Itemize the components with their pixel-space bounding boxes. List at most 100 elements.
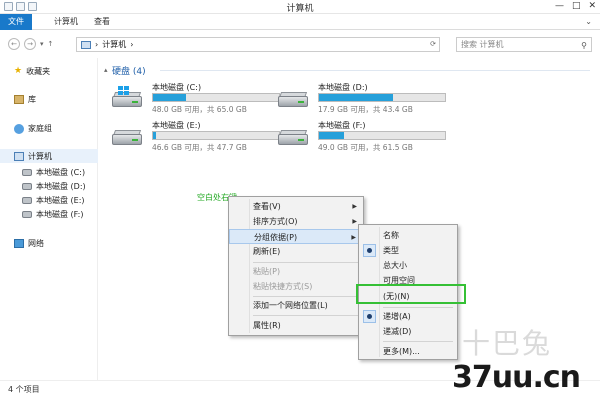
sidebar-item-label: 收藏夹 [26, 67, 51, 76]
sidebar-item-drive-f[interactable]: 本地磁盘 (F:) [22, 209, 83, 220]
breadcrumb-separator[interactable]: › [130, 40, 133, 49]
navigation-bar: ← → ▾ ↑ › 计算机 › ⟳ 搜索 计算机 ⚲ [0, 30, 600, 58]
address-bar[interactable]: › 计算机 › ⟳ [76, 37, 440, 52]
sidebar-item-libraries[interactable]: 库 [14, 94, 36, 105]
star-icon: ★ [14, 66, 23, 76]
usage-bar [152, 93, 280, 102]
usage-bar [152, 131, 280, 140]
menu-item-paste-shortcut: 粘贴快捷方式(S) [253, 282, 313, 291]
submenu-item-type[interactable]: 类型 [359, 243, 457, 258]
title-bar: 计算机 — □ ✕ [0, 0, 600, 14]
computer-icon [81, 40, 91, 49]
search-placeholder: 搜索 计算机 [461, 40, 504, 49]
sidebar-item-drive-d[interactable]: 本地磁盘 (D:) [22, 181, 86, 192]
sidebar-item-label: 库 [28, 95, 36, 104]
minimize-button[interactable]: — [555, 1, 564, 11]
sidebar-item-label: 本地磁盘 (E:) [36, 196, 85, 205]
sidebar-item-label: 计算机 [28, 152, 52, 161]
drive-icon [276, 88, 310, 110]
menu-item-paste: 粘贴(P) [253, 267, 281, 276]
sidebar-item-label: 网络 [28, 239, 44, 248]
refresh-icon[interactable]: ⟳ [430, 40, 436, 48]
drive-icon [276, 126, 310, 148]
maximize-button[interactable]: □ [572, 1, 581, 11]
submenu-item-total-size[interactable]: 总大小 [359, 258, 457, 273]
menu-item-refresh[interactable]: 刷新(E) [229, 244, 363, 259]
computer-icon [14, 152, 24, 161]
sidebar-item-network[interactable]: 网络 [14, 238, 44, 249]
menu-item-sort-by[interactable]: 排序方式(O) ▶ [229, 214, 363, 229]
sidebar-item-label: 家庭组 [28, 124, 52, 133]
menu-item-view[interactable]: 查看(V) ▶ [229, 199, 363, 214]
close-button[interactable]: ✕ [588, 1, 596, 11]
collapse-group-icon[interactable]: ▴ [104, 66, 108, 74]
tab-view[interactable]: 查看 [86, 14, 118, 30]
system-drive-icon [110, 86, 144, 110]
watermark-text: 37uu.cn [452, 360, 581, 395]
drive-icon [22, 197, 32, 204]
sidebar-item-drive-c[interactable]: 本地磁盘 (C:) [22, 167, 85, 178]
drive-name: 本地磁盘 (F:) [318, 121, 366, 130]
submenu-item-ascending[interactable]: 递增(A) [359, 309, 457, 324]
chevron-right-icon: ▶ [352, 218, 357, 225]
drive-name: 本地磁盘 (C:) [152, 83, 202, 92]
drive-space-info: 17.9 GB 可用，共 43.4 GB [318, 105, 413, 114]
chevron-down-icon[interactable]: ⌄ [585, 17, 592, 26]
tab-computer[interactable]: 计算机 [46, 14, 86, 30]
navigation-pane: ★ 收藏夹 库 家庭组 计算机 本地磁盘 (C:) 本地磁盘 (D:) 本地磁盘… [0, 58, 98, 380]
group-divider [160, 70, 590, 71]
search-input[interactable]: 搜索 计算机 ⚲ [456, 37, 592, 52]
drive-space-info: 46.6 GB 可用，共 47.7 GB [152, 143, 247, 152]
drive-icon [22, 183, 32, 190]
context-menu: 查看(V) ▶ 排序方式(O) ▶ 分组依据(P) ▶ 刷新(E) 粘贴(P) 粘贴快… [228, 196, 364, 336]
drive-tile-c[interactable]: 本地磁盘 (C:) 48.0 GB 可用，共 65.0 GB [110, 82, 280, 116]
chevron-right-icon: ▶ [352, 203, 357, 210]
submenu-item-name[interactable]: 名称 [359, 228, 457, 243]
item-count: 4 个项目 [8, 385, 40, 394]
usage-bar [318, 131, 446, 140]
network-icon [14, 239, 24, 248]
drive-tile-f[interactable]: 本地磁盘 (F:) 49.0 GB 可用，共 61.5 GB [276, 120, 446, 154]
homegroup-icon [14, 123, 24, 134]
up-button[interactable]: ↑ [48, 40, 54, 48]
sidebar-item-favorites[interactable]: ★ 收藏夹 [14, 66, 50, 77]
drive-icon [22, 169, 32, 176]
usage-bar [318, 93, 446, 102]
window-controls: — □ ✕ [555, 1, 596, 11]
drive-tile-e[interactable]: 本地磁盘 (E:) 46.6 GB 可用，共 47.7 GB [110, 120, 280, 154]
menu-item-properties[interactable]: 属性(R) [229, 318, 363, 333]
tab-file[interactable]: 文件 [0, 14, 32, 30]
drive-space-info: 48.0 GB 可用，共 65.0 GB [152, 105, 247, 114]
radio-selected-icon [367, 314, 372, 319]
sidebar-item-drive-e[interactable]: 本地磁盘 (E:) [22, 195, 85, 206]
library-icon [14, 95, 24, 104]
drive-icon [22, 211, 32, 218]
recent-locations-icon[interactable]: ▾ [40, 40, 44, 48]
watermark-logo: 十巴兔 [462, 327, 553, 360]
highlight-box [356, 284, 466, 304]
ribbon-tabs: 文件 计算机 查看 ⌄ [0, 14, 600, 30]
group-header-hard-drives[interactable]: 硬盘 (4) [112, 64, 146, 77]
drive-space-info: 49.0 GB 可用，共 61.5 GB [318, 143, 413, 152]
breadcrumb[interactable]: 计算机 [102, 39, 126, 50]
window-title: 计算机 [286, 4, 314, 14]
radio-selected-icon [367, 248, 372, 253]
menu-item-add-network-location[interactable]: 添加一个网络位置(L) [229, 298, 363, 313]
sidebar-item-label: 本地磁盘 (F:) [36, 210, 84, 219]
windows-logo-icon [118, 86, 129, 95]
drive-icon [110, 126, 144, 148]
chevron-right-icon: ▶ [351, 234, 356, 241]
sidebar-item-label: 本地磁盘 (D:) [36, 182, 86, 191]
menu-item-group-by[interactable]: 分组依据(P) ▶ [229, 229, 363, 244]
submenu-item-more[interactable]: 更多(M)... [359, 344, 457, 359]
sidebar-item-label: 本地磁盘 (C:) [36, 168, 86, 177]
submenu-item-descending[interactable]: 递减(D) [359, 324, 457, 339]
search-icon[interactable]: ⚲ [581, 39, 587, 52]
forward-button[interactable]: → [24, 38, 36, 50]
drive-name: 本地磁盘 (E:) [152, 121, 201, 130]
back-button[interactable]: ← [8, 38, 20, 50]
drive-tile-d[interactable]: 本地磁盘 (D:) 17.9 GB 可用，共 43.4 GB [276, 82, 446, 116]
address-separator: › [95, 40, 99, 49]
sidebar-item-computer[interactable]: 计算机 [14, 151, 52, 162]
sidebar-item-homegroup[interactable]: 家庭组 [14, 123, 52, 134]
